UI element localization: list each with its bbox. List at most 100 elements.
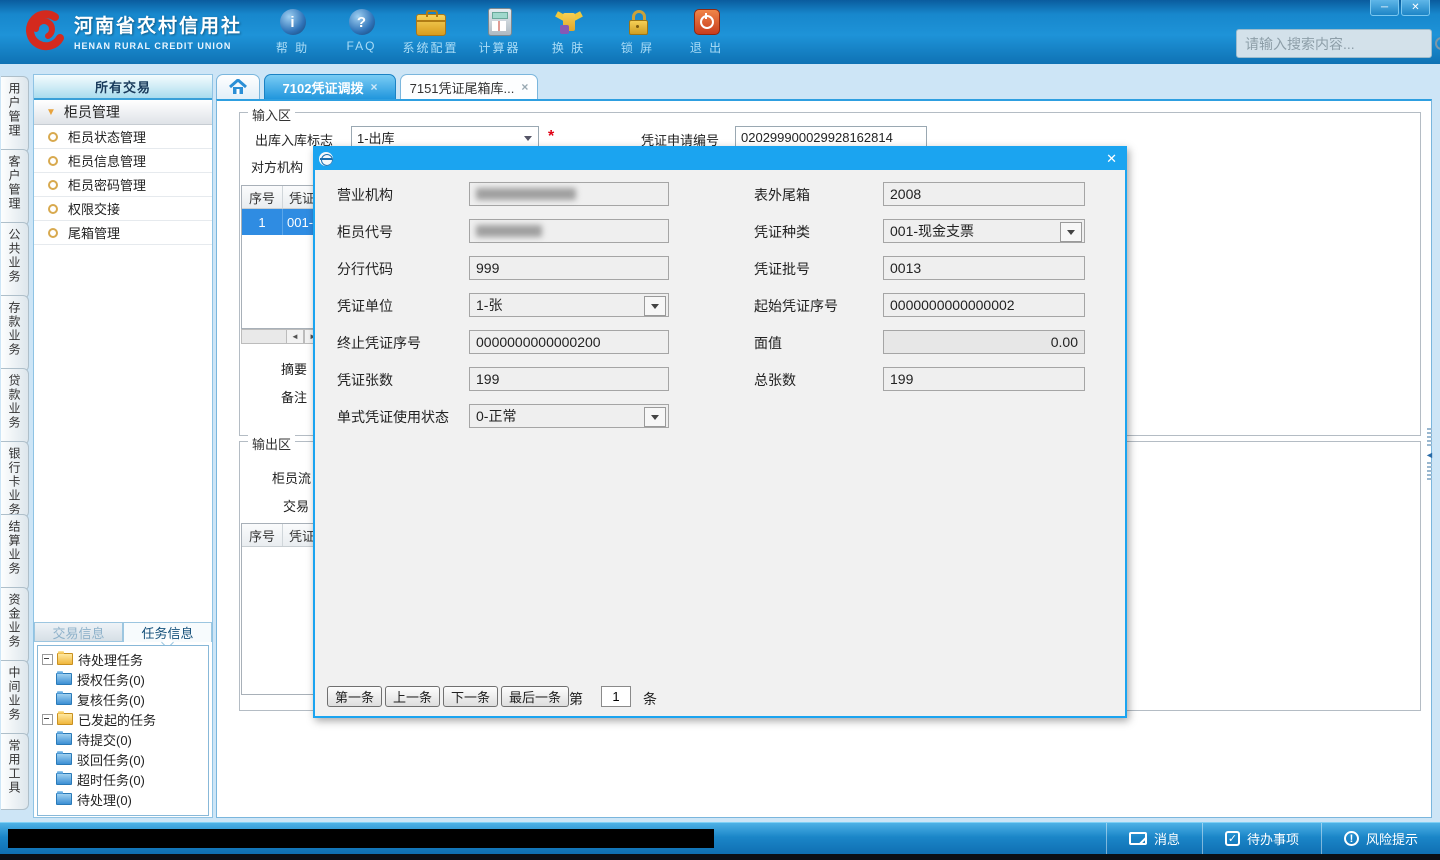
- category-tab-customer-mgmt[interactable]: 客户管理: [1, 149, 29, 226]
- tree-node-timeout[interactable]: 超时任务(0): [38, 769, 208, 789]
- dialog-titlebar[interactable]: ✕: [315, 148, 1125, 170]
- tree-node-auth-tasks[interactable]: 授权任务(0): [38, 669, 208, 689]
- lock-screen-button[interactable]: 锁 屏: [603, 7, 672, 56]
- sidebar-item-teller-status[interactable]: 柜员状态管理: [34, 125, 212, 149]
- change-skin-label: 换 肤: [551, 41, 586, 55]
- system-config-button[interactable]: 系统配置: [396, 7, 465, 56]
- application-window: 河南省农村信用社 HENAN RURAL CREDIT UNION i 帮 助 …: [0, 0, 1440, 860]
- input-section-legend: 输入区: [248, 105, 296, 124]
- minimize-button[interactable]: ─: [1370, 0, 1399, 16]
- checkbox-icon: ✓: [1224, 831, 1240, 846]
- close-button[interactable]: ✕: [1401, 0, 1430, 16]
- category-tab-bankcard-biz[interactable]: 银行卡业务: [1, 441, 29, 518]
- app-header: 河南省农村信用社 HENAN RURAL CREDIT UNION i 帮 助 …: [0, 0, 1440, 64]
- tab-7151-voucher-cashbox[interactable]: 7151凭证尾箱库... ×: [400, 74, 538, 99]
- single-voucher-status-label: 单式凭证使用状态: [337, 409, 449, 425]
- single-voucher-status-select[interactable]: 0-正常: [469, 404, 669, 428]
- collapse-expander-icon[interactable]: [42, 713, 53, 725]
- sidebar-item-cashbox-mgmt[interactable]: 尾箱管理: [34, 221, 212, 245]
- tab-task-info[interactable]: 任务信息: [123, 622, 212, 642]
- sidebar-group-teller-mgmt[interactable]: ▼ 柜员管理: [34, 100, 212, 125]
- category-tab-funds-biz[interactable]: 资金业务: [1, 587, 29, 664]
- chevron-down-icon: ▼: [46, 106, 56, 118]
- scroll-left-icon[interactable]: ◄: [286, 330, 304, 343]
- voucher-detail-dialog: ✕ 营业机构 柜员代号 分行代码 999 凭证单位 1-张 终止凭证序号 000…: [313, 146, 1127, 718]
- teller-serial-label: 柜员流: [271, 471, 311, 486]
- start-voucher-no-input[interactable]: 0000000000000002: [883, 293, 1085, 317]
- chevron-down-icon[interactable]: [1060, 222, 1082, 242]
- offbalance-cashbox-input[interactable]: 2008: [883, 182, 1085, 206]
- folder-icon: [57, 651, 73, 665]
- tree-node-to-submit[interactable]: 待提交(0): [38, 729, 208, 749]
- sidebar-item-authority-handover[interactable]: 权限交接: [34, 197, 212, 221]
- category-tab-common-tools[interactable]: 常用工具: [1, 733, 29, 810]
- voucher-unit-select[interactable]: 1-张: [469, 293, 669, 317]
- faq-label: FAQ: [346, 39, 377, 53]
- voucher-type-label: 凭证种类: [754, 224, 810, 240]
- prev-record-button[interactable]: 上一条: [385, 686, 441, 707]
- exit-button[interactable]: 退 出: [672, 7, 741, 56]
- remark-label: 备注: [280, 390, 307, 405]
- face-value-input[interactable]: 0.00: [883, 330, 1085, 354]
- category-tab-settlement-biz[interactable]: 结算业务: [1, 514, 29, 591]
- voucher-batch-input[interactable]: 0013: [883, 256, 1085, 280]
- search-input[interactable]: [1237, 35, 1434, 52]
- messages-button[interactable]: 消息: [1105, 823, 1202, 854]
- voucher-count-input[interactable]: 199: [469, 367, 669, 391]
- offbalance-cashbox-label: 表外尾箱: [754, 187, 810, 203]
- first-record-button[interactable]: 第一条: [327, 686, 383, 707]
- business-org-input[interactable]: [469, 182, 669, 206]
- todo-items-button[interactable]: ✓ 待办事项: [1201, 823, 1321, 854]
- partner-org-label: 对方机构: [251, 160, 304, 175]
- tree-node-pending[interactable]: 待处理(0): [38, 789, 208, 809]
- padlock-icon: [628, 10, 648, 36]
- globe-icon: [319, 152, 333, 166]
- folder-icon: [56, 731, 72, 745]
- help-button[interactable]: i 帮 助: [258, 7, 327, 56]
- sidebar-item-teller-password[interactable]: 柜员密码管理: [34, 173, 212, 197]
- tab-7102-voucher-transfer[interactable]: 7102凭证调拨 ×: [264, 74, 396, 99]
- last-record-button[interactable]: 最后一条: [501, 686, 570, 707]
- next-record-button[interactable]: 下一条: [443, 686, 499, 707]
- category-tab-user-mgmt[interactable]: 用户管理: [1, 76, 29, 153]
- calculator-label: 计算器: [478, 41, 521, 55]
- apply-no-input[interactable]: 020299900029928162814: [735, 126, 927, 148]
- logo-title: 河南省农村信用社: [74, 16, 243, 37]
- tab-home[interactable]: [216, 74, 260, 99]
- chevron-down-icon[interactable]: [644, 407, 666, 427]
- category-tab-deposit-biz[interactable]: 存款业务: [1, 295, 29, 372]
- category-tab-intermediate-biz[interactable]: 中间业务: [1, 660, 29, 737]
- tab-close-icon[interactable]: ×: [370, 80, 377, 94]
- sidebar-item-teller-info[interactable]: 柜员信息管理: [34, 149, 212, 173]
- collapse-expander-icon[interactable]: [42, 653, 53, 665]
- tree-node-review-tasks[interactable]: 复核任务(0): [38, 689, 208, 709]
- summary-label: 摘要: [280, 362, 307, 377]
- tree-node-initiated-tasks[interactable]: 已发起的任务: [38, 709, 208, 729]
- record-number-input[interactable]: [601, 686, 631, 707]
- tree-node-pending-tasks[interactable]: 待处理任务: [38, 649, 208, 669]
- dialog-close-icon[interactable]: ✕: [1106, 151, 1117, 167]
- branch-code-input[interactable]: 999: [469, 256, 669, 280]
- category-tab-public-biz[interactable]: 公共业务: [1, 222, 29, 299]
- faq-button[interactable]: ? FAQ: [327, 7, 396, 56]
- exclamation-icon: !: [1343, 831, 1359, 846]
- bottom-strip: [0, 854, 1440, 860]
- teller-code-input[interactable]: [469, 219, 669, 243]
- end-voucher-no-input[interactable]: 0000000000000200: [469, 330, 669, 354]
- tree-node-rejected[interactable]: 驳回任务(0): [38, 749, 208, 769]
- branch-code-label: 分行代码: [337, 261, 393, 277]
- chevron-down-icon[interactable]: [644, 296, 666, 316]
- chevron-down-icon: [524, 136, 532, 141]
- end-voucher-no-label: 终止凭证序号: [337, 335, 421, 351]
- total-count-input[interactable]: 199: [883, 367, 1085, 391]
- category-tab-loan-biz[interactable]: 贷款业务: [1, 368, 29, 445]
- inout-flag-select[interactable]: 1-出库: [351, 126, 539, 148]
- tab-close-icon[interactable]: ×: [521, 80, 528, 94]
- sidebar-bottom-tabs: 交易信息 任务信息: [34, 622, 212, 642]
- change-skin-button[interactable]: 换 肤: [534, 7, 603, 56]
- risk-alert-button[interactable]: ! 风险提示: [1320, 823, 1440, 854]
- tab-transaction-info[interactable]: 交易信息: [34, 622, 123, 642]
- sidebar-collapse-handle[interactable]: ◄: [1424, 428, 1435, 486]
- calculator-button[interactable]: 计算器: [465, 7, 534, 56]
- voucher-type-select[interactable]: 001-现金支票: [883, 219, 1085, 243]
